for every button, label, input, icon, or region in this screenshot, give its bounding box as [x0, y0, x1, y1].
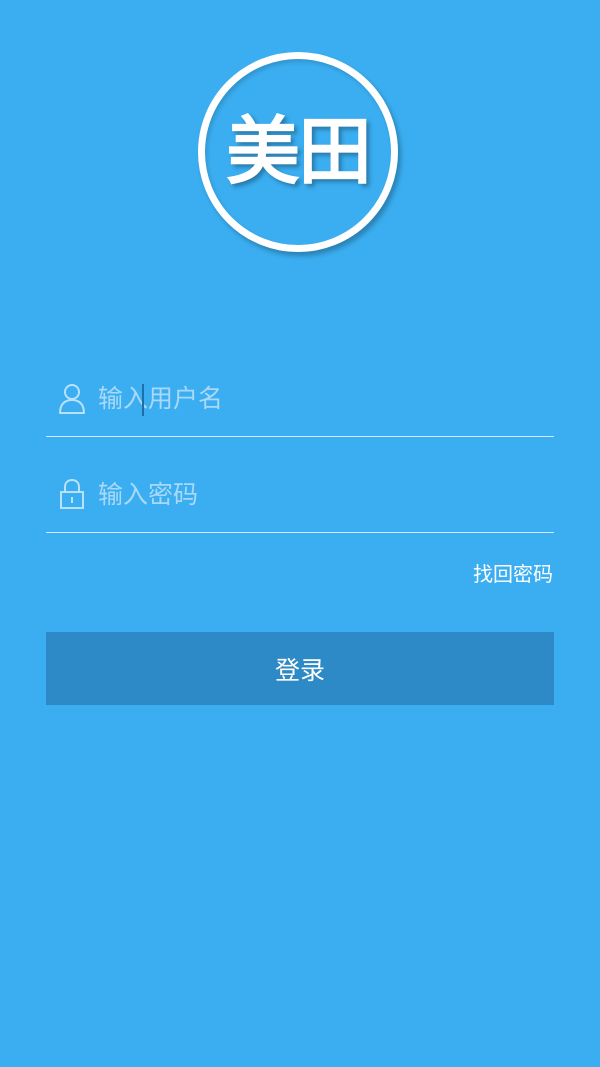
username-input[interactable] — [98, 374, 538, 422]
lock-icon — [60, 478, 84, 509]
login-button[interactable]: 登录 — [46, 632, 554, 705]
password-field[interactable] — [46, 448, 554, 533]
text-caret — [142, 384, 144, 416]
logo-text: 美田 — [226, 109, 372, 195]
password-input[interactable] — [98, 470, 538, 518]
user-icon — [59, 384, 85, 414]
username-field[interactable] — [46, 352, 554, 437]
app-logo: 美田 — [198, 52, 398, 252]
forgot-password-link[interactable]: 找回密码 — [473, 558, 553, 587]
